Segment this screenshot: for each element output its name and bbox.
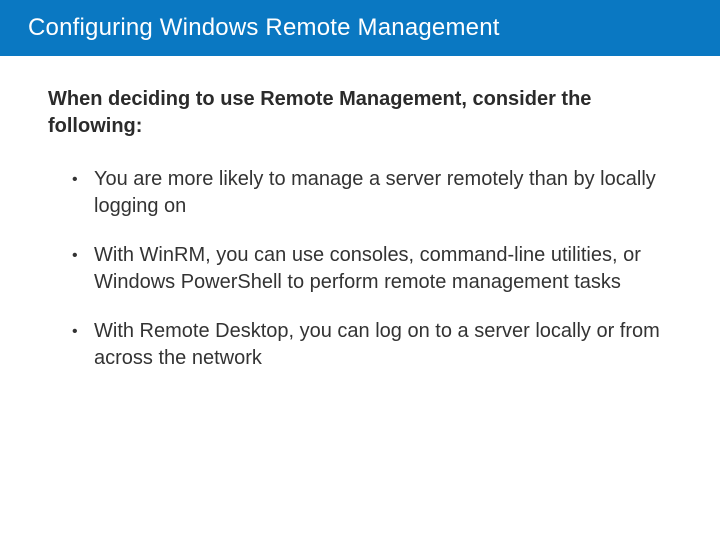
- list-item: You are more likely to manage a server r…: [82, 166, 672, 220]
- lead-text: When deciding to use Remote Management, …: [48, 86, 672, 140]
- slide-content: When deciding to use Remote Management, …: [0, 56, 720, 372]
- slide-title: Configuring Windows Remote Management: [28, 14, 500, 42]
- bullet-list: You are more likely to manage a server r…: [48, 166, 672, 372]
- list-item: With Remote Desktop, you can log on to a…: [82, 318, 672, 372]
- list-item: With WinRM, you can use consoles, comman…: [82, 242, 672, 296]
- slide-title-bar: Configuring Windows Remote Management: [0, 0, 720, 56]
